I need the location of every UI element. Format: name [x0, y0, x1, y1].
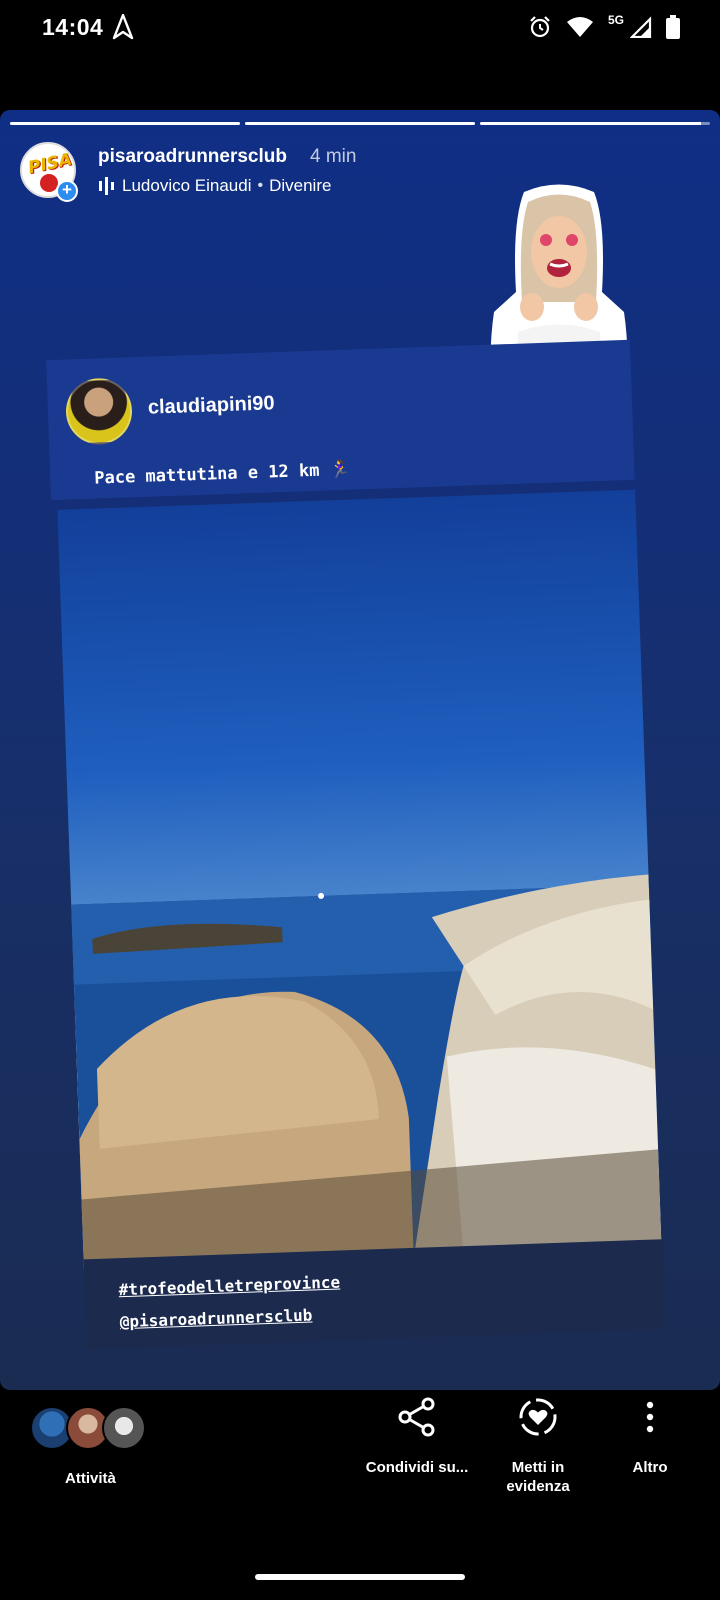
seaside-photo [71, 874, 662, 1270]
share-label: Condividi su... [365, 1459, 469, 1476]
story-viewer[interactable]: PISA + pisaroadrunnersclub 4 min Ludovic… [0, 110, 720, 1390]
status-time: 14:04 [42, 14, 104, 40]
music-artist: Ludovico Einaudi [122, 176, 252, 195]
mention-link[interactable]: @pisaroadrunnersclub [119, 1305, 312, 1331]
repost-footer: #trofeodelletreprovince @pisaroadrunners… [83, 1239, 667, 1350]
highlight-label-line1: Metti in [511, 1459, 565, 1476]
more-vertical-icon [646, 1401, 654, 1433]
navigation-arrow-icon [112, 14, 134, 40]
repost-avatar[interactable] [64, 377, 134, 446]
highlight-label-line2: evidenza [506, 1478, 570, 1495]
music-separator: • [257, 177, 264, 194]
highlight-button[interactable]: Metti in evidenza [488, 1390, 588, 1496]
viewer-avatar [102, 1406, 146, 1450]
signal-icon [630, 16, 652, 38]
hashtag-link[interactable]: #trofeodelletreprovince [118, 1273, 340, 1300]
status-icons: 5G [528, 12, 680, 42]
highlight-label: Metti in evidenza [488, 1458, 588, 1496]
repost-header: claudiapini90 Pace mattutina e 12 km 🏃‍♀… [46, 339, 635, 501]
network-type: 5G [607, 13, 624, 27]
wifi-icon [566, 17, 593, 37]
music-title: Divenire [269, 176, 332, 195]
status-bar: 14:04 5G [0, 0, 720, 54]
repost-photo [57, 489, 662, 1270]
story-bottom-bar: Attività Condividi su... Metti in eviden… [0, 1390, 720, 1560]
reposted-post-card[interactable]: claudiapini90 Pace mattutina e 12 km 🏃‍♀… [46, 339, 667, 1350]
alarm-icon [530, 16, 550, 38]
highlight-heart-icon [519, 1398, 557, 1436]
more-label: Altro [632, 1459, 668, 1476]
music-sticker[interactable]: Ludovico Einaudi • Divenire [98, 176, 331, 196]
story-time: 4 min [310, 146, 357, 167]
repost-username[interactable]: claudiapini90 [148, 392, 275, 419]
progress-segment [245, 122, 475, 125]
activity-button[interactable]: Attività [30, 1406, 160, 1496]
share-button[interactable]: Condividi su... [362, 1390, 472, 1477]
music-bars-icon [99, 177, 114, 195]
repost-caption: Pace mattutina e 12 km 🏃‍♀️ [93, 459, 352, 489]
battery-icon [666, 15, 680, 39]
progress-segment-current [480, 122, 710, 125]
add-story-plus-icon[interactable]: + [56, 180, 78, 202]
activity-label: Attività [65, 1470, 116, 1487]
progress-segment [10, 122, 240, 125]
story-username[interactable]: pisaroadrunnersclub [98, 146, 287, 168]
story-progress-bar [10, 122, 710, 125]
home-indicator[interactable] [255, 1574, 465, 1580]
more-button[interactable]: Altro [610, 1390, 690, 1477]
share-icon [398, 1397, 435, 1437]
